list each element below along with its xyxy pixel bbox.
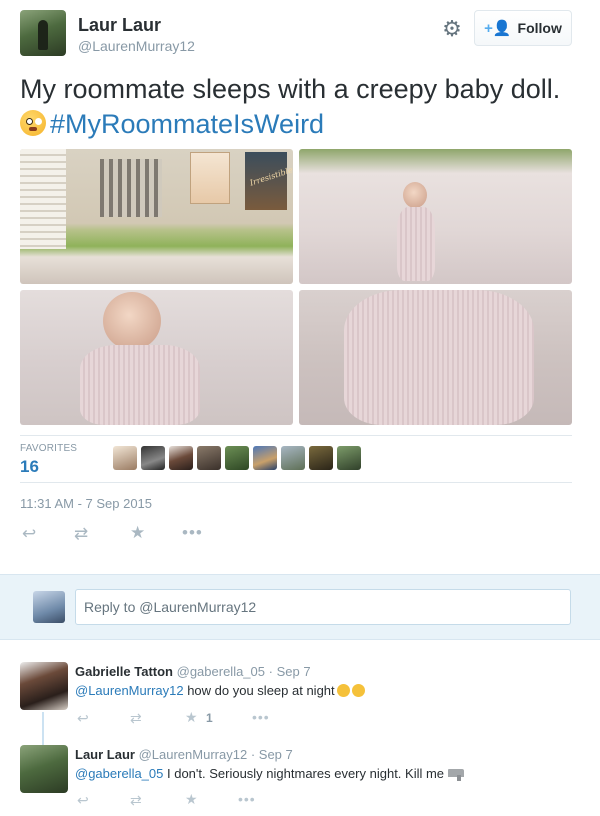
- author-handle[interactable]: @LaurenMurray12: [78, 38, 195, 54]
- doll-body: [397, 207, 435, 281]
- favorites-label: FAVORITES: [20, 443, 78, 454]
- more-icon[interactable]: •••: [182, 524, 203, 542]
- reply-date[interactable]: Sep 7: [259, 747, 293, 762]
- tweet-body: My roommate sleeps with a creepy baby do…: [20, 74, 561, 104]
- reply-author-handle[interactable]: @LaurenMurray12: [139, 747, 248, 762]
- reply-header: Laur Laur @LaurenMurray12 · Sep 7: [75, 747, 293, 762]
- poster-left: [190, 152, 230, 204]
- reply-icon[interactable]: ↩: [22, 525, 36, 543]
- reply-fav-count: 1: [206, 711, 213, 725]
- more-icon[interactable]: •••: [252, 709, 270, 725]
- star-icon[interactable]: ★: [185, 709, 198, 725]
- current-user-avatar: [33, 591, 65, 623]
- reply-separator: ·: [268, 664, 273, 679]
- reply-input[interactable]: Reply to @LaurenMurray12: [75, 589, 571, 625]
- reply-icon[interactable]: ↩: [77, 710, 89, 726]
- favorites-count[interactable]: 16: [20, 457, 39, 477]
- reply-mention[interactable]: @LaurenMurray12: [75, 683, 184, 698]
- jewelry-rack: [100, 159, 162, 217]
- author-avatar[interactable]: [20, 10, 66, 56]
- thread-connector: [42, 712, 44, 745]
- photo-doll-full[interactable]: [299, 149, 572, 284]
- retweet-icon[interactable]: ⇄: [130, 710, 142, 726]
- photo-bedroom[interactable]: Irresistible: [20, 149, 293, 284]
- doll-head: [403, 182, 427, 208]
- reply-author-name[interactable]: Laur Laur: [75, 747, 135, 762]
- divider: [20, 482, 572, 483]
- reply-separator: ·: [250, 747, 256, 762]
- reply-mention[interactable]: @gaberella_05: [75, 766, 163, 781]
- more-icon[interactable]: •••: [238, 791, 256, 807]
- favoriter-avatar[interactable]: [113, 446, 137, 470]
- retweet-icon[interactable]: ⇄: [74, 525, 88, 543]
- hashtag-link[interactable]: #MyRoommateIsWeird: [50, 109, 324, 139]
- favoriter-avatar[interactable]: [253, 446, 277, 470]
- gear-icon[interactable]: ⚙: [440, 17, 464, 41]
- favoriter-avatar[interactable]: [309, 446, 333, 470]
- window-blinds: [20, 149, 66, 249]
- reply-date[interactable]: Sep 7: [277, 664, 311, 679]
- favoriter-avatar[interactable]: [225, 446, 249, 470]
- photo-doll-closeup[interactable]: [20, 290, 293, 425]
- reply-author-handle[interactable]: @gaberella_05: [177, 664, 265, 679]
- reply-text: @gaberella_05 I don't. Seriously nightma…: [75, 766, 465, 781]
- favoriter-avatar[interactable]: [169, 446, 193, 470]
- reply-header: Gabrielle Tatton @gaberella_05 · Sep 7: [75, 664, 311, 679]
- follow-user-icon: +👤: [484, 20, 512, 37]
- reply-body: how do you sleep at night: [183, 683, 335, 698]
- pistol-emoji: [448, 769, 465, 781]
- author-name[interactable]: Laur Laur: [78, 15, 161, 36]
- divider: [20, 435, 572, 436]
- reply-body: I don't. Seriously nightmares every nigh…: [163, 766, 445, 781]
- retweet-icon[interactable]: ⇄: [130, 792, 142, 808]
- reply-author-name[interactable]: Gabrielle Tatton: [75, 664, 173, 679]
- reply-avatar[interactable]: [20, 662, 68, 710]
- favoriter-avatar[interactable]: [197, 446, 221, 470]
- doll-body: [344, 290, 534, 425]
- laughing-emoji: [336, 684, 350, 697]
- photo-doll-body[interactable]: [299, 290, 572, 425]
- flushed-face-emoji: [20, 110, 46, 136]
- reply-icon[interactable]: ↩: [77, 792, 89, 808]
- flushed-emoji: [351, 684, 365, 697]
- star-icon[interactable]: ★: [185, 791, 198, 807]
- poster-right: Irresistible: [245, 152, 293, 210]
- favoriter-avatar[interactable]: [281, 446, 305, 470]
- star-icon[interactable]: ★: [130, 524, 145, 542]
- favoriter-avatar[interactable]: [337, 446, 361, 470]
- doll-body: [80, 345, 200, 425]
- follow-button[interactable]: +👤 Follow: [474, 10, 572, 46]
- poster-text: Irresistible: [248, 165, 293, 188]
- doll-head: [103, 292, 161, 350]
- tweet-timestamp[interactable]: 11:31 AM - 7 Sep 2015: [20, 496, 152, 511]
- reply-avatar[interactable]: [20, 745, 68, 793]
- reply-text: @LaurenMurray12 how do you sleep at nigh…: [75, 683, 365, 698]
- favoriter-avatar[interactable]: [141, 446, 165, 470]
- follow-label: Follow: [517, 20, 562, 36]
- tweet-text: My roommate sleeps with a creepy baby do…: [20, 72, 585, 142]
